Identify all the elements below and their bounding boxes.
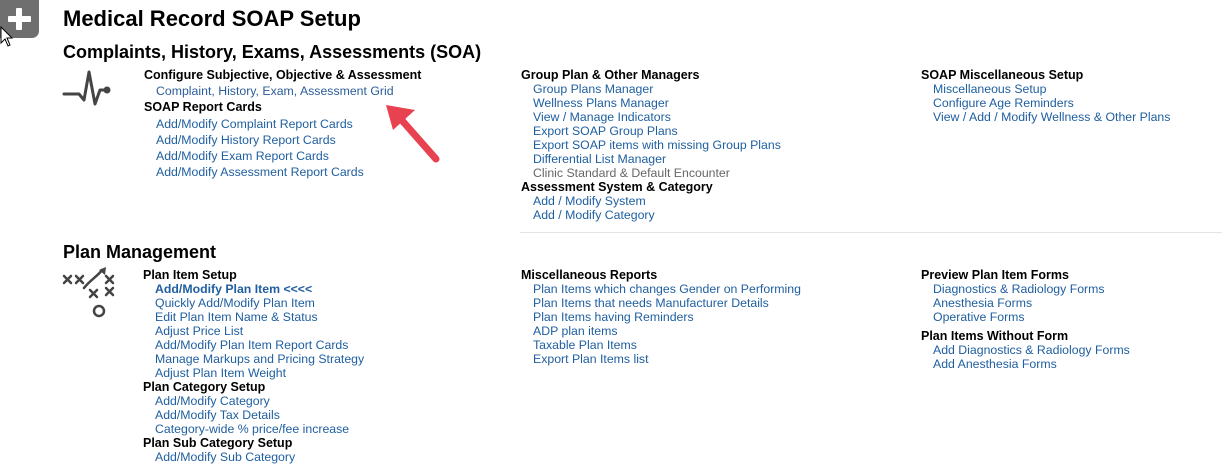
add-modify-plan-item-link[interactable]: Add/Modify Plan Item <<<<: [155, 282, 312, 296]
add-modify-assessment-report-cards-link[interactable]: Add/Modify Assessment Report Cards: [156, 165, 364, 179]
add-modify-tax-details-link[interactable]: Add/Modify Tax Details: [155, 408, 280, 422]
differential-list-manager-link[interactable]: Differential List Manager: [533, 152, 666, 166]
section-title-plan-management: Plan Management: [63, 242, 217, 262]
miscellaneous-setup-link[interactable]: Miscellaneous Setup: [933, 82, 1046, 96]
add-modify-plan-item-report-cards-link[interactable]: Add/Modify Plan Item Report Cards: [155, 338, 348, 352]
red-arrow-icon: [386, 105, 440, 163]
diagnostics-radiology-forms-link[interactable]: Diagnostics & Radiology Forms: [933, 282, 1105, 296]
view-add-modify-wellness-plans-link[interactable]: View / Add / Modify Wellness & Other Pla…: [933, 110, 1170, 124]
add-modify-sub-category-link[interactable]: Add/Modify Sub Category: [155, 450, 295, 464]
configure-age-reminders-link[interactable]: Configure Age Reminders: [933, 96, 1074, 110]
add-modify-history-report-cards-link[interactable]: Add/Modify History Report Cards: [156, 133, 336, 147]
section-title-soa: Complaints, History, Exams, Assessments …: [63, 42, 482, 62]
soap-misc-setup-heading: SOAP Miscellaneous Setup: [921, 68, 1084, 82]
add-diagnostics-radiology-forms-link[interactable]: Add Diagnostics & Radiology Forms: [933, 343, 1130, 357]
add-modify-plan-category-link[interactable]: Add/Modify Category: [155, 394, 270, 408]
preview-plan-item-forms-heading: Preview Plan Item Forms: [921, 268, 1069, 282]
manage-markups-pricing-strategy-link[interactable]: Manage Markups and Pricing Strategy: [155, 352, 364, 366]
anesthesia-forms-link[interactable]: Anesthesia Forms: [933, 296, 1032, 310]
complaint-history-exam-assessment-grid-link[interactable]: Complaint, History, Exam, Assessment Gri…: [156, 84, 394, 98]
edit-plan-item-name-status-link[interactable]: Edit Plan Item Name & Status: [155, 310, 318, 324]
clinic-standard-default-encounter-link[interactable]: Clinic Standard & Default Encounter: [533, 166, 730, 180]
page-title: Medical Record SOAP Setup: [63, 6, 361, 31]
section-divider: [520, 232, 1222, 233]
wellness-plans-manager-link[interactable]: Wellness Plans Manager: [533, 96, 669, 110]
export-plan-items-list-link[interactable]: Export Plan Items list: [533, 352, 649, 366]
view-manage-indicators-link[interactable]: View / Manage Indicators: [533, 110, 671, 124]
plan-items-without-form-heading: Plan Items Without Form: [921, 329, 1069, 343]
export-soap-group-plans-link[interactable]: Export SOAP Group Plans: [533, 124, 678, 138]
plan-sub-category-setup-heading: Plan Sub Category Setup: [143, 436, 293, 450]
plan-items-gender-change-link[interactable]: Plan Items which changes Gender on Perfo…: [533, 282, 801, 296]
add-anesthesia-forms-link[interactable]: Add Anesthesia Forms: [933, 357, 1057, 371]
taxable-plan-items-link[interactable]: Taxable Plan Items: [533, 338, 637, 352]
configure-soa-heading: Configure Subjective, Objective & Assess…: [144, 68, 422, 82]
plan-items-manufacturer-details-link[interactable]: Plan Items that needs Manufacturer Detai…: [533, 296, 769, 310]
category-wide-price-increase-link[interactable]: Category-wide % price/fee increase: [155, 422, 349, 436]
group-plan-managers-heading: Group Plan & Other Managers: [521, 68, 700, 82]
plan-item-setup-heading: Plan Item Setup: [143, 268, 237, 282]
quickly-add-modify-plan-item-link[interactable]: Quickly Add/Modify Plan Item: [155, 296, 315, 310]
adjust-price-list-link[interactable]: Adjust Price List: [155, 324, 243, 338]
add-modify-system-link[interactable]: Add / Modify System: [533, 194, 646, 208]
heartbeat-icon: [62, 70, 111, 106]
operative-forms-link[interactable]: Operative Forms: [933, 310, 1025, 324]
add-modify-exam-report-cards-link[interactable]: Add/Modify Exam Report Cards: [156, 149, 329, 163]
plan-items-having-reminders-link[interactable]: Plan Items having Reminders: [533, 310, 694, 324]
add-modify-complaint-report-cards-link[interactable]: Add/Modify Complaint Report Cards: [156, 117, 353, 131]
plan-category-setup-heading: Plan Category Setup: [143, 380, 266, 394]
adjust-plan-item-weight-link[interactable]: Adjust Plan Item Weight: [155, 366, 286, 380]
mouse-pointer-icon: [0, 26, 14, 47]
strategy-play-icon: [62, 267, 115, 318]
miscellaneous-reports-heading: Miscellaneous Reports: [521, 268, 658, 282]
soap-report-cards-heading: SOAP Report Cards: [144, 100, 262, 114]
group-plans-manager-link[interactable]: Group Plans Manager: [533, 82, 653, 96]
adp-plan-items-link[interactable]: ADP plan items: [533, 324, 618, 338]
export-soap-items-missing-group-plans-link[interactable]: Export SOAP items with missing Group Pla…: [533, 138, 781, 152]
add-modify-category-link[interactable]: Add / Modify Category: [533, 208, 655, 222]
assessment-system-category-heading: Assessment System & Category: [521, 180, 713, 194]
